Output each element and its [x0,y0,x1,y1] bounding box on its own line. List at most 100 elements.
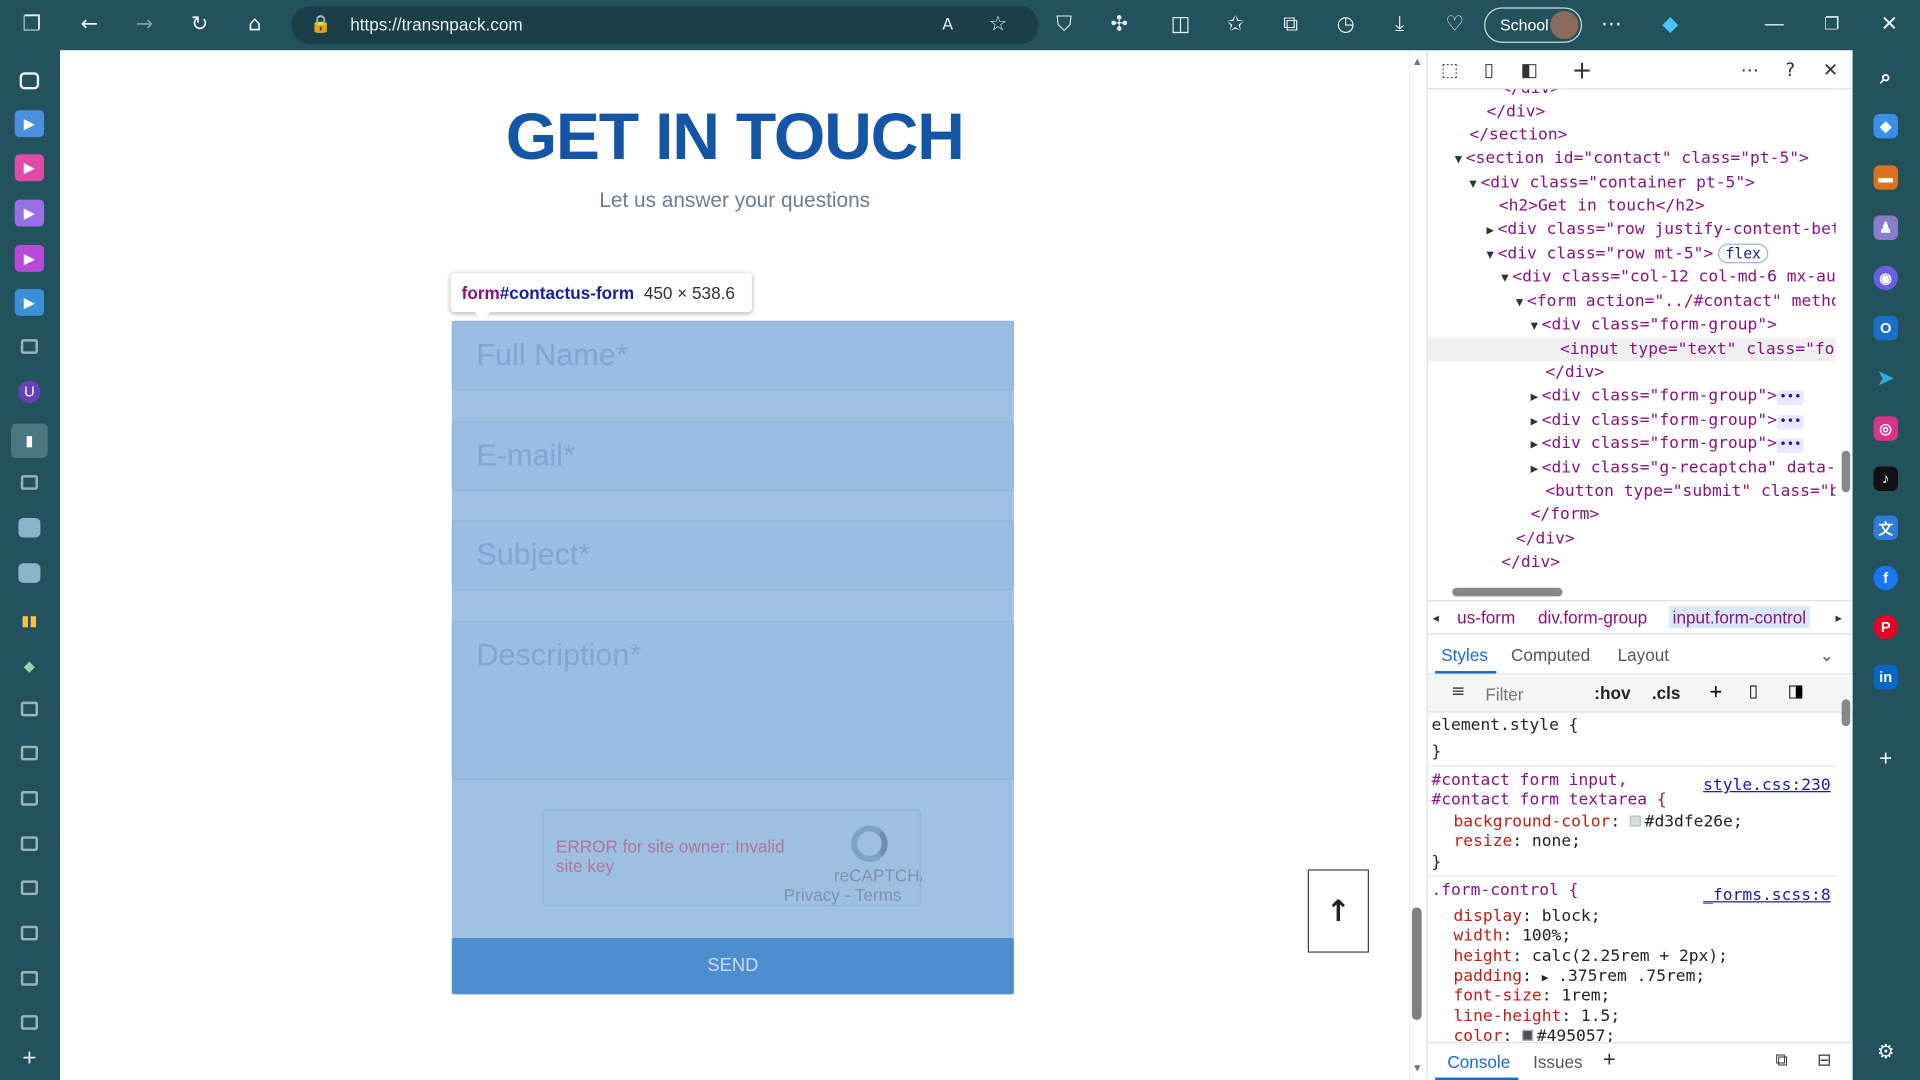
css-declaration[interactable]: resize: none; [1453,833,1580,853]
devtools-more-icon[interactable]: ⋯ [1736,58,1763,82]
tab-page-icon[interactable] [20,791,38,806]
breadcrumb-item-selected[interactable]: input.form-control [1668,606,1810,629]
expand-triangle-icon[interactable]: ▼ [1501,272,1508,285]
styles-scroll-thumb[interactable] [1841,699,1851,727]
paint-icon[interactable]: ▯ [1749,682,1758,702]
tab-styles[interactable]: Styles [1441,645,1488,665]
color-swatch[interactable] [1629,815,1641,827]
add-sidebar-app-icon[interactable]: + [1873,745,1897,770]
dom-line[interactable]: ▼ <div class="row mt-5"> flex [1428,242,1836,265]
telegram-icon[interactable]: ➤ [1873,366,1897,390]
dom-line[interactable]: </div> [1428,361,1836,384]
collections-icon[interactable]: ⧉ [1276,10,1305,39]
scroll-down-icon[interactable]: ▼ [1412,1062,1423,1074]
copilot-app-icon[interactable]: ◉ [1873,265,1898,291]
rule-selector[interactable]: #contact form input, [1431,771,1627,791]
page-scrollbar[interactable]: ▲ ▼ [1409,50,1427,1080]
tab-layout[interactable]: Layout [1618,645,1669,665]
dom-line[interactable]: </form> [1428,503,1836,526]
url-text[interactable]: https://transnpack.com [350,15,522,35]
inspect-element-icon[interactable]: ⬚ [1436,58,1463,82]
cls-toggle[interactable]: .cls [1652,683,1681,703]
tab-favicon-icon[interactable]: ▶ [14,288,45,316]
page-scroll-thumb[interactable] [1411,907,1422,1021]
hov-toggle[interactable]: :hov [1594,683,1630,703]
expand-triangle-icon[interactable]: ▼ [1531,320,1538,333]
home-icon[interactable]: ⌂ [240,10,269,39]
tab-favicon-icon[interactable]: ▶ [14,199,45,227]
collapse-triangle-icon[interactable]: ▶ [1487,224,1494,237]
dom-line[interactable]: </section> [1428,124,1836,147]
tab-panel-icon[interactable] [19,72,40,90]
css-declaration[interactable]: padding: ▶ .375rem .75rem; [1453,967,1705,988]
tab-actions-icon[interactable]: ❐ [17,10,46,39]
tab-page-icon[interactable] [20,971,38,986]
dom-line[interactable]: <h2>Get in touch</h2> [1428,195,1836,218]
sidebar-toggle-icon[interactable]: ◨ [1788,682,1804,702]
dom-line[interactable]: ▼ <form action="../#contact" metho [1428,290,1836,313]
recaptcha-widget[interactable]: ERROR for site owner: Invalid site key r… [542,809,922,907]
dom-line[interactable]: ▶ <div class="form-group"> ••• [1428,432,1836,455]
expand-triangle-icon[interactable]: ▼ [1487,249,1494,262]
tiktok-icon[interactable]: ♪ [1873,466,1898,492]
close-drawer-icon[interactable]: ⊟ [1817,1051,1831,1071]
flex-badge[interactable]: flex [1718,243,1769,264]
css-declaration[interactable]: font-size: 1rem; [1453,987,1610,1007]
settings-gear-icon[interactable]: ⚙ [1873,1038,1897,1062]
rule-selector[interactable]: #contact form textarea { [1431,791,1666,811]
instagram-icon[interactable]: ◎ [1873,416,1898,441]
expand-triangle-icon[interactable]: ▼ [1516,296,1523,309]
tab-console[interactable]: Console [1447,1052,1510,1072]
email-input[interactable]: E-mail* [451,421,1014,492]
tab-page-icon[interactable] [20,745,38,761]
linkedin-icon[interactable]: in [1873,664,1898,690]
dom-line[interactable]: ▼ <section id="contact" class="pt-5"> [1428,147,1836,170]
shopping-tag-icon[interactable]: ◆ [1873,113,1898,139]
dom-line[interactable]: ▼ <div class="container pt-5"> [1428,171,1836,194]
dock-side-icon[interactable]: ◧ [1516,58,1543,82]
close-window-icon[interactable]: ✕ [1875,10,1904,39]
new-tab-icon[interactable]: + [15,1044,44,1071]
profile-button[interactable]: School [1484,7,1583,43]
tab-page-icon[interactable] [20,925,38,941]
tab-page-icon[interactable] [20,339,38,354]
forward-icon[interactable]: → [130,10,159,39]
tab-page-icon[interactable] [20,475,38,490]
search-icon[interactable]: ⌕ [1873,65,1897,89]
tab-page-icon[interactable] [20,836,38,852]
address-bar[interactable]: 🔒 https://transnpack.com A ☆ [291,6,1039,45]
dom-scroll-thumb[interactable] [1841,450,1851,493]
favorite-star-icon[interactable]: ☆ [983,10,1012,39]
dom-line[interactable]: ▼ <div class="form-group"> [1428,313,1836,336]
collapse-triangle-icon[interactable]: ▶ [1531,391,1538,404]
extensions-icon[interactable]: ✣ [1104,10,1133,39]
split-screen-icon[interactable]: ◫ [1166,10,1195,39]
tab-favicon-icon[interactable]: ▶ [14,244,45,272]
dom-line[interactable]: ▶ <div class="row justify-content-bet [1428,218,1836,241]
games-icon[interactable]: ♟ [1873,215,1898,241]
restore-icon[interactable]: ❐ [1817,10,1846,39]
rule-selector[interactable]: element.style { [1431,716,1578,736]
description-textarea[interactable]: Description* [451,620,1014,781]
source-link[interactable]: style.css:230 [1703,776,1830,794]
dom-line[interactable]: ▶ <div class="g-recaptcha" data- [1428,457,1836,480]
subject-input[interactable]: Subject* [451,520,1014,591]
css-declaration[interactable]: width: 100%; [1453,927,1571,947]
tab-page-icon[interactable] [20,880,38,896]
source-link[interactable]: _forms.scss:8 [1703,887,1830,905]
tab-favicon-icon[interactable]: ▶ [14,154,45,182]
css-declaration[interactable]: display: block; [1453,907,1600,927]
send-button[interactable]: SEND [451,937,1014,995]
chevron-down-icon[interactable]: ⌄ [1820,645,1834,666]
minimize-icon[interactable]: — [1760,10,1789,39]
full-name-input[interactable]: Full Name* [451,320,1014,391]
translator-icon[interactable]: 文 [1873,515,1898,541]
recaptcha-links[interactable]: Privacy - Terms [784,885,902,905]
dom-hscroll-thumb[interactable] [1452,587,1563,597]
ellipsis-icon[interactable]: ••• [1776,390,1804,406]
collapse-triangle-icon[interactable]: ▶ [1531,463,1538,476]
filter-input[interactable]: Filter [1485,684,1523,704]
favorites-icon[interactable]: ✩ [1221,10,1250,39]
add-panel-icon[interactable]: + [1569,55,1596,84]
ellipsis-icon[interactable]: ••• [1776,438,1804,454]
